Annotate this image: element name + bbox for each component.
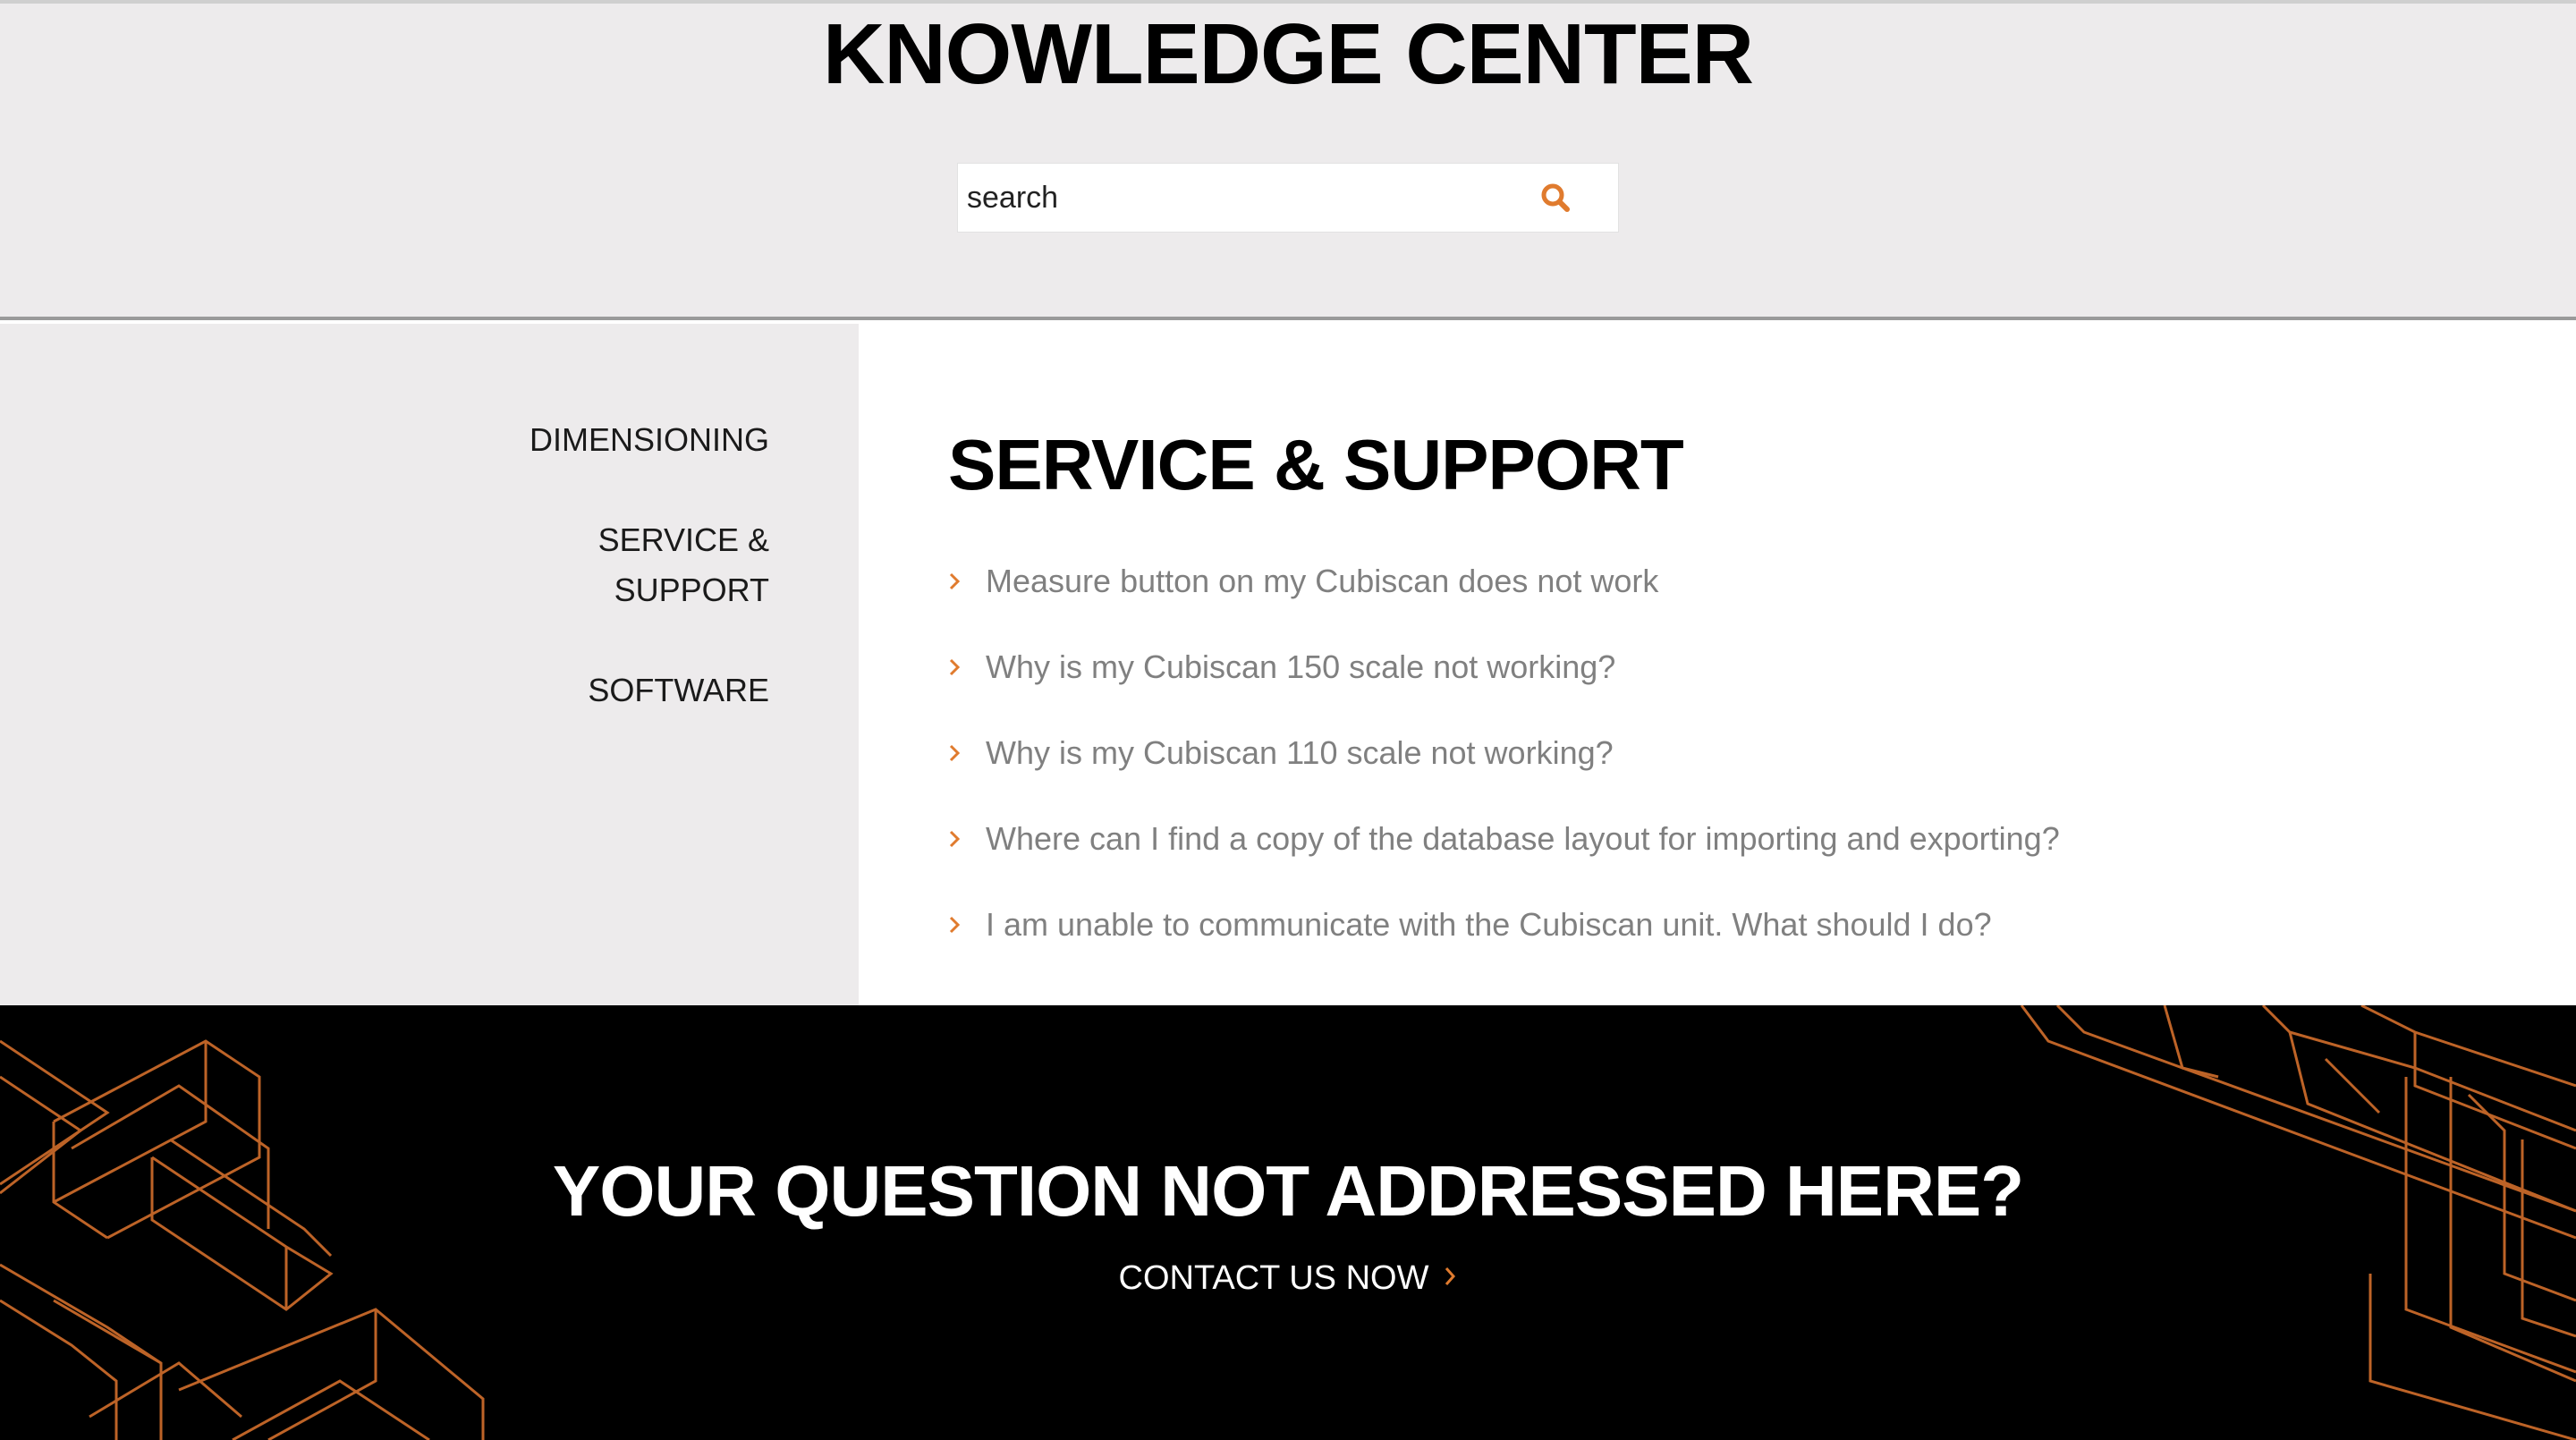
- chevron-right-icon: [948, 743, 986, 763]
- sidebar-item-software[interactable]: SOFTWARE: [322, 665, 769, 716]
- chevron-right-icon: [948, 829, 986, 849]
- contact-us-link[interactable]: CONTACT US NOW: [0, 1256, 2576, 1300]
- sidebar-item-label: SERVICE & SUPPORT: [597, 521, 769, 608]
- sidebar-item-label: DIMENSIONING: [529, 421, 769, 458]
- faq-link[interactable]: I am unable to communicate with the Cubi…: [986, 905, 1992, 944]
- search-input[interactable]: [958, 164, 1520, 232]
- sidebar-item-service-support[interactable]: SERVICE & SUPPORT: [572, 515, 769, 615]
- faq-link[interactable]: Why is my Cubiscan 110 scale not working…: [986, 733, 1614, 773]
- faq-item[interactable]: Measure button on my Cubiscan does not w…: [948, 538, 2469, 624]
- faq-link[interactable]: Where can I find a copy of the database …: [986, 819, 2060, 859]
- contact-footer: YOUR QUESTION NOT ADDRESSED HERE? CONTAC…: [0, 1005, 2576, 1440]
- sidebar-item-dimensioning[interactable]: DIMENSIONING: [322, 415, 769, 465]
- footer-title: YOUR QUESTION NOT ADDRESSED HERE?: [552, 1151, 2024, 1231]
- faq-item[interactable]: Why is my Cubiscan 110 scale not working…: [948, 710, 2469, 796]
- search-icon: [1541, 183, 1570, 212]
- search-button[interactable]: [1520, 164, 1591, 232]
- category-sidebar: DIMENSIONING SERVICE & SUPPORT SOFTWARE: [0, 324, 859, 1005]
- chevron-right-icon: [948, 915, 986, 935]
- chevron-right-icon: [1443, 1265, 1457, 1292]
- search-box: [957, 163, 1619, 233]
- page-header: KNOWLEDGE CENTER: [0, 0, 2576, 320]
- chevron-right-icon: [948, 572, 986, 591]
- faq-list: Measure button on my Cubiscan does not w…: [948, 538, 2469, 968]
- faq-link[interactable]: Why is my Cubiscan 150 scale not working…: [986, 648, 1615, 687]
- faq-item[interactable]: Why is my Cubiscan 150 scale not working…: [948, 624, 2469, 710]
- faq-link[interactable]: Measure button on my Cubiscan does not w…: [986, 562, 1658, 601]
- sidebar-item-label: SOFTWARE: [588, 672, 769, 708]
- page-title: KNOWLEDGE CENTER: [823, 6, 1754, 102]
- main-content: SERVICE & SUPPORT Measure button on my C…: [859, 324, 2576, 1005]
- section-title: SERVICE & SUPPORT: [948, 425, 1684, 504]
- faq-item[interactable]: Where can I find a copy of the database …: [948, 796, 2469, 882]
- chevron-right-icon: [948, 657, 986, 677]
- contact-us-label: CONTACT US NOW: [1118, 1259, 1429, 1297]
- faq-item[interactable]: I am unable to communicate with the Cubi…: [948, 882, 2469, 968]
